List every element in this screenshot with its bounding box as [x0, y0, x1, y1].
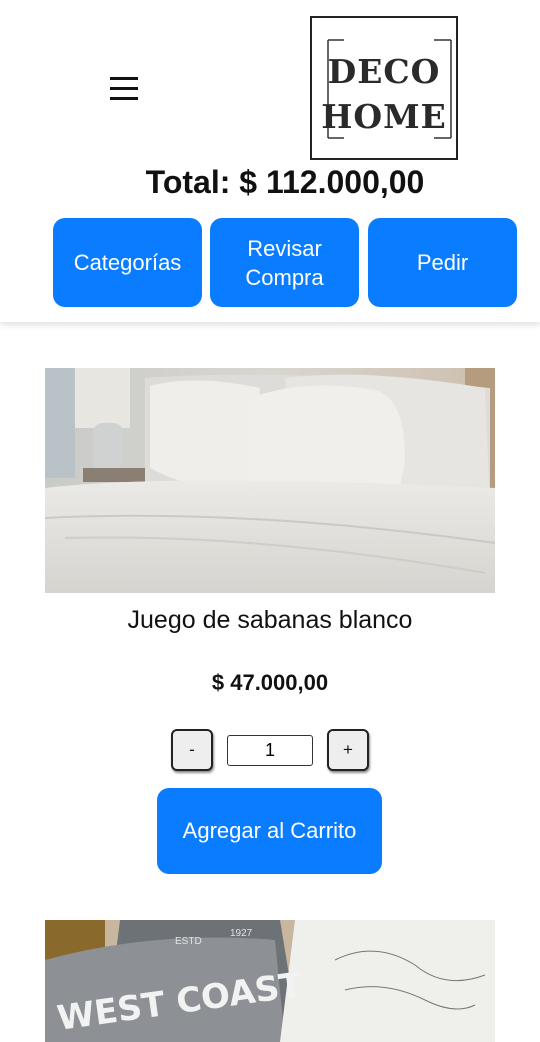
- product-price: $ 47.000,00: [211, 670, 329, 695]
- order-button[interactable]: Pedir: [368, 218, 517, 307]
- add-to-cart-button[interactable]: Agregar al Carrito: [157, 788, 382, 874]
- logo-line-1: DECO: [327, 52, 441, 91]
- product-image: [45, 368, 495, 593]
- menu-icon[interactable]: [110, 74, 140, 104]
- image-tag-estd: ESTD: [175, 936, 202, 947]
- increment-button[interactable]: +: [327, 729, 369, 771]
- image-tag-year: 1927: [230, 928, 253, 939]
- review-purchase-button[interactable]: Revisar Compra: [210, 218, 359, 307]
- quantity-input[interactable]: [227, 735, 313, 766]
- categories-button[interactable]: Categorías: [53, 218, 202, 307]
- cart-total: Total: $ 112.000,00: [145, 164, 425, 200]
- product-name: Juego de sabanas blanco: [127, 606, 413, 634]
- decrement-button[interactable]: -: [171, 729, 213, 771]
- top-bar: DECO HOME Total: $ 112.000,00 Categorías…: [0, 0, 540, 322]
- logo: DECO HOME: [310, 16, 458, 160]
- logo-line-2: HOME: [321, 97, 447, 136]
- next-product-image: ESTD 1927 WEST COAST: [45, 920, 495, 1042]
